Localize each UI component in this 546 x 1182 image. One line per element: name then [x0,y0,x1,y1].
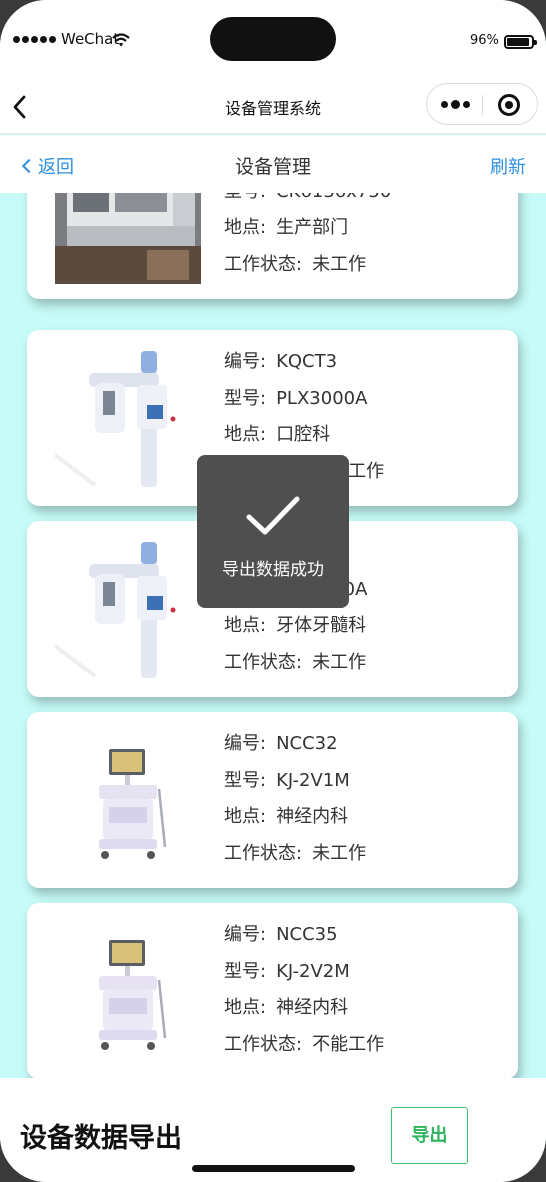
lathe-machine-image [55,193,201,284]
state-label: 工作状态: [224,651,303,673]
device-card[interactable]: 编号: NCC32 型号: KJ-2V1M 地点: 神经内科 工作状态: 未工作 [27,712,518,888]
device-card[interactable]: 编号: NCC35 型号: KJ-2V2M 地点: 神经内科 工作状态: 不能工作 [27,903,518,1078]
eeg-cart-image [99,940,167,1050]
export-title: 设备数据导出 [20,1123,182,1154]
device-model: KJ-2V2M [276,960,350,982]
phone-screen: WeChat 96% 设备管理系统 返回 设备管理 刷新 地点: 生产部门 工作… [0,0,546,1182]
device-state: 不能工作 [312,1033,385,1055]
signal-icon [13,36,56,43]
capsule-menu [426,83,538,125]
device-model: PLX3000A [276,387,368,409]
device-state: 未工作 [312,651,367,673]
model-label: 型号: [224,960,267,982]
success-toast: 导出数据成功 [197,455,349,608]
battery-icon [504,35,537,49]
location-label: 地点: [224,615,267,636]
dental-ct-scanner-image [55,542,176,678]
refresh-button[interactable]: 刷新 [490,153,526,179]
state-label: 工作状态: [224,842,303,864]
id-label: 编号: [224,733,267,754]
wechat-nav-bar: 设备管理系统 [0,82,546,134]
close-mini-program-icon[interactable] [498,94,520,116]
more-icon[interactable] [441,100,470,109]
dynamic-island [210,17,336,61]
wifi-icon [112,33,130,47]
location-label: 地点: [224,424,267,445]
status-bar: WeChat 96% [0,0,546,82]
device-model: KJ-2V1M [276,769,350,791]
device-location: 牙体牙髓科 [276,615,367,636]
location-label: 地点: [224,217,267,238]
home-indicator[interactable] [192,1165,355,1172]
device-info: 编号: 型号:CK6136x750 地点:生产部门 工作状态:未工作 [224,193,391,283]
id-label: 编号: [224,924,267,945]
device-location: 神经内科 [276,806,349,827]
device-location: 神经内科 [276,997,349,1018]
device-state: 未工作 [312,253,367,275]
check-icon [246,496,300,535]
toast-message: 导出数据成功 [222,560,324,580]
device-model: CK6136x750 [276,193,391,202]
device-location: 生产部门 [276,217,349,238]
state-label: 工作状态: [224,253,303,275]
device-id: NCC35 [276,924,338,945]
device-card[interactable]: 编号: 型号:CK6136x750 地点:生产部门 工作状态:未工作 [27,193,518,299]
model-label: 型号: [224,193,266,202]
device-list[interactable]: 编号: 型号: CK6136x750 地点: 生产部门 工作状态: 未工作 编号: KQ… [0,193,546,1078]
page-header: 返回 设备管理 刷新 [0,135,546,193]
page-title: 设备管理 [234,156,311,178]
capsule-divider [482,95,483,115]
device-location: 口腔科 [276,424,331,445]
export-button[interactable]: 导出 [391,1107,468,1164]
state-label: 工作状态: [224,1033,303,1055]
device-id: KQCT3 [276,351,338,372]
model-label: 型号: [224,387,267,409]
location-label: 地点: [224,806,267,827]
model-label: 型号: [224,769,267,791]
device-state: 未工作 [312,842,367,864]
device-id: NCC32 [276,733,338,754]
dental-ct-scanner-image [55,351,176,487]
device-info: 编号: NCC32 型号: KJ-2V1M 地点: 神经内科 工作状态: 未工作 [224,726,366,872]
carrier-label: WeChat [61,30,120,48]
id-label: 编号: [224,351,267,372]
eeg-cart-image [99,749,167,859]
battery-percent: 96% [470,33,499,48]
export-bar: 设备数据导出 导出 [0,1078,546,1182]
device-info: 编号: NCC35 型号: KJ-2V2M 地点: 神经内科 工作状态: 不能工作 [224,917,384,1063]
location-label: 地点: [224,997,267,1018]
